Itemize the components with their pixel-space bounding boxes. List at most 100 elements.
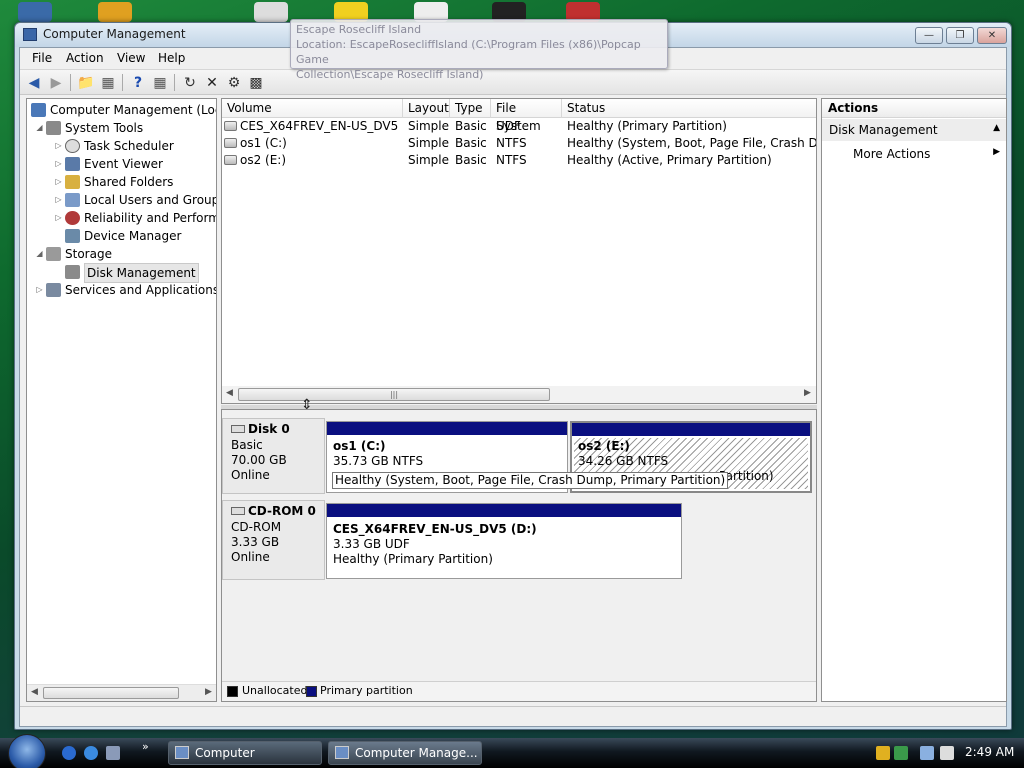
scroll-left-icon[interactable]: ◀ [31,687,38,697]
start-button[interactable] [8,734,46,768]
system-tools-icon [46,121,61,135]
tree-item-event-viewer[interactable]: ▷ Event Viewer [54,155,163,173]
scroll-thumb[interactable]: ||| [238,388,550,401]
back-icon[interactable]: ◀ [24,73,44,92]
cd-drive-icon [231,507,245,515]
primary-partition-bar [572,423,810,436]
table-row[interactable]: os2 (E:) Simple Basic NTFS Healthy (Acti… [222,152,816,169]
table-row[interactable]: os1 (C:) Simple Basic NTFS Healthy (Syst… [222,135,816,152]
show-hide-tree-icon[interactable]: ▦ [98,73,118,92]
menu-help[interactable]: Help [158,51,185,65]
tree-item-device-manager[interactable]: Device Manager [63,227,181,245]
network-icon[interactable] [920,746,934,760]
partition-size: 3.33 GB UDF [333,537,410,551]
collapsed-arrow-icon[interactable]: ▷ [54,137,63,155]
refresh-icon[interactable]: ↻ [180,73,200,92]
minimize-button[interactable]: — [915,27,943,44]
show-desktop-icon[interactable] [62,746,76,760]
forward-icon[interactable]: ▶ [46,73,66,92]
device-manager-icon [65,229,80,243]
help-icon[interactable]: ? [128,73,148,92]
desktop-icon[interactable] [98,2,132,22]
collapsed-arrow-icon[interactable]: ▷ [54,155,63,173]
clock-icon [65,139,80,153]
tree-item-services[interactable]: ▷ Services and Applications [35,281,216,299]
tooltip-location-line-1: Location: EscapeRosecliffIsland (C:\Prog… [296,38,641,66]
collapsed-arrow-icon[interactable]: ▷ [54,173,63,191]
more-actions-label: More Actions [853,147,931,161]
services-icon [46,283,61,297]
volume-muted-icon[interactable] [940,746,954,760]
file-system-cell: NTFS [496,136,527,150]
scroll-right-icon[interactable]: ▶ [804,388,811,398]
security-shield-icon[interactable] [876,746,890,760]
tree-item-disk-management[interactable]: Disk Management [63,263,199,283]
computer-management-window[interactable]: Computer Management — ❐ ✕ File Action Vi… [14,22,1012,730]
close-button[interactable]: ✕ [977,27,1007,44]
column-header-status[interactable]: Status [562,99,816,118]
cdrom-0-info[interactable]: CD-ROM 0 CD-ROM 3.33 GB Online [222,500,325,580]
partition-name: CES_X64FREV_EN-US_DV5 (D:) [333,522,537,536]
disk-size: 70.00 GB [231,453,287,467]
tree-item-reliability[interactable]: ▷ Reliability and Performa [54,209,216,227]
primary-partition-bar [327,422,567,435]
properties-icon[interactable]: ⚙ [224,73,244,92]
tree-horizontal-scrollbar[interactable]: ◀ ▶ [27,684,216,701]
scroll-right-icon[interactable]: ▶ [205,687,212,697]
toolbar-separator [70,74,71,91]
collapse-arrow-icon[interactable]: ▲ [993,123,1000,133]
toolbar-separator [122,74,123,91]
partition-name: os1 (C:) [333,439,386,453]
navigation-tree[interactable]: Computer Management (Local ◢ System Tools… [26,98,217,702]
taskbar-button-computer[interactable]: Computer [168,741,322,765]
disk-0-info[interactable]: Disk 0 Basic 70.00 GB Online [222,418,325,494]
desktop-icon[interactable] [18,2,52,22]
taskbar-button-computer-management[interactable]: Computer Manage... [328,741,482,765]
partition-size: 35.73 GB NTFS [333,454,424,468]
minimize-icon: — [924,30,934,41]
tree-item-shared-folders[interactable]: ▷ Shared Folders [54,173,173,191]
tree-item-system-tools[interactable]: ◢ System Tools [35,119,143,137]
delete-icon[interactable]: ✕ [202,73,222,92]
quick-launch-expand-icon[interactable]: » [142,740,149,753]
column-header-layout[interactable]: Layout [403,99,450,118]
collapsed-arrow-icon[interactable]: ▷ [35,281,44,299]
tree-item-root[interactable]: Computer Management (Local [29,101,216,119]
collapsed-arrow-icon[interactable]: ▷ [54,191,63,209]
menu-view[interactable]: View [117,51,145,65]
restore-button[interactable]: ❐ [946,27,974,44]
internet-explorer-icon[interactable] [84,746,98,760]
volume-list[interactable]: Volume Layout Type File System Status CE… [221,98,817,404]
column-header-file-system[interactable]: File System [491,99,562,133]
drive-icon [224,138,237,148]
more-actions-item[interactable]: More Actions ▶ [822,143,1006,165]
expanded-arrow-icon[interactable]: ◢ [35,245,44,263]
actions-section-disk-management[interactable]: Disk Management ▲ [822,119,1006,141]
disk-name: Disk 0 [248,422,290,436]
table-row[interactable]: CES_X64FREV_EN-US_DV5 (D:) Simple Basic … [222,118,816,135]
tray-app-icon[interactable] [894,746,908,760]
up-folder-icon[interactable]: 📁 [76,73,96,92]
expanded-arrow-icon[interactable]: ◢ [35,119,44,137]
partition-cdrom[interactable]: CES_X64FREV_EN-US_DV5 (D:) 3.33 GB UDF H… [326,503,682,579]
taskbar-clock[interactable]: 2:49 AM [965,745,1014,759]
status-cell: Healthy (Primary Partition) [567,119,727,133]
menu-file[interactable]: File [32,51,52,65]
column-header-type[interactable]: Type [450,99,491,118]
disk-settings-icon[interactable]: ▩ [246,73,266,92]
disk-graphical-view[interactable]: Disk 0 Basic 70.00 GB Online os1 (C:) 35… [221,409,817,702]
scroll-thumb[interactable] [43,687,179,699]
menu-action[interactable]: Action [66,51,104,65]
show-action-pane-icon[interactable]: ▦ [150,73,170,92]
primary-partition-bar [327,504,681,517]
tree-item-task-scheduler[interactable]: ▷ Task Scheduler [54,137,174,155]
scroll-left-icon[interactable]: ◀ [226,388,233,398]
switch-windows-icon[interactable] [106,746,120,760]
desktop-icon[interactable] [254,2,288,22]
tree-item-local-users[interactable]: ▷ Local Users and Groups [54,191,216,209]
tree-item-storage[interactable]: ◢ Storage [35,245,112,263]
collapsed-arrow-icon[interactable]: ▷ [54,209,63,227]
computer-management-icon [335,746,349,759]
restore-icon: ❐ [955,30,965,41]
column-header-volume[interactable]: Volume [222,99,403,118]
